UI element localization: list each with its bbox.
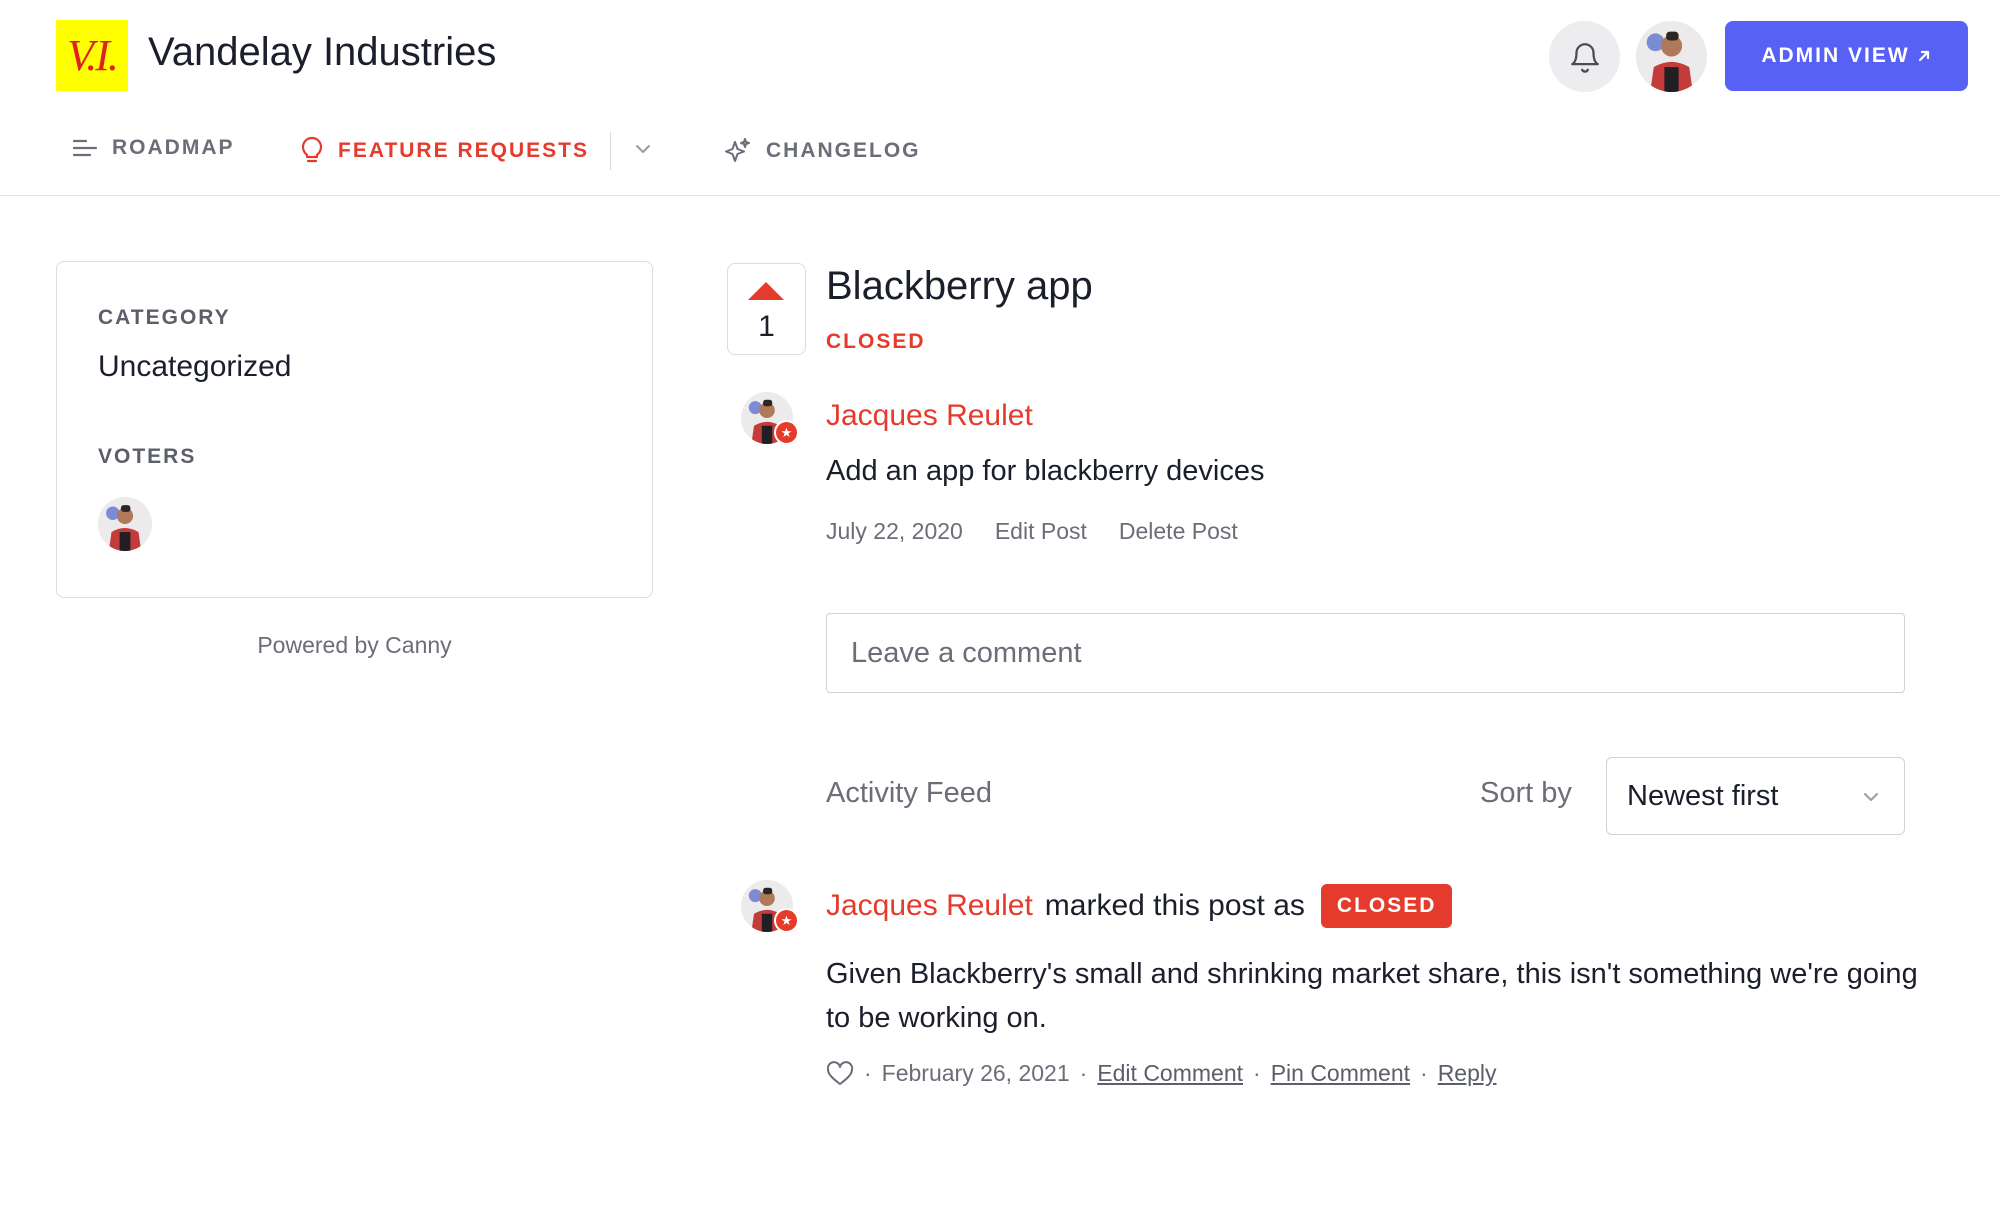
chevron-down-icon [636, 145, 650, 153]
activity-feed-label: Activity Feed [826, 777, 992, 809]
tab-roadmap-label: ROADMAP [112, 136, 235, 159]
admin-view-label: ADMIN VIEW [1761, 44, 1910, 67]
vote-count: 1 [758, 310, 775, 343]
lightbulb-icon [301, 136, 323, 163]
nav-divider [610, 132, 611, 170]
sort-selected-value: Newest first [1627, 779, 1779, 812]
arrow-up-right-icon [1918, 50, 1929, 62]
admin-star-icon: ★ [774, 420, 799, 445]
status-badge: CLOSED [1320, 884, 1453, 928]
tab-feature-requests-label: FEATURE REQUESTS [338, 139, 589, 162]
boards-dropdown-toggle[interactable] [632, 138, 654, 165]
comment-input[interactable]: Leave a comment [826, 613, 1905, 693]
comment-date: February 26, 2021 [881, 1060, 1070, 1086]
logo-text: V.I. [67, 31, 119, 80]
delete-post-link[interactable]: Delete Post [1119, 518, 1238, 545]
sparkle-icon [725, 138, 750, 162]
edit-comment-link[interactable]: Edit Comment [1097, 1060, 1243, 1087]
header: V.I. Vandelay Industries ADMIN VIEW [0, 0, 2000, 110]
separator-dot: · [1253, 1060, 1261, 1086]
voters-label: VOTERS [98, 445, 197, 468]
comment-meta: · February 26, 2021 · Edit Comment · Pin… [826, 1060, 1497, 1087]
edit-post-link[interactable]: Edit Post [995, 518, 1087, 545]
post-details-sidebar: CATEGORY Uncategorized VOTERS [56, 261, 653, 598]
category-label: CATEGORY [98, 306, 231, 329]
upvote-arrow-icon [748, 282, 784, 300]
upvote-button[interactable]: 1 [727, 263, 806, 355]
tab-changelog-label: CHANGELOG [766, 139, 921, 162]
voter-avatar[interactable] [98, 497, 152, 551]
post-title: Blackberry app [826, 264, 1093, 308]
comment-text: Given Blackberry's small and shrinking m… [826, 958, 1918, 1034]
sort-by-label: Sort by [1480, 777, 1572, 809]
post-meta: July 22, 2020 Edit Post Delete Post [826, 518, 1238, 545]
comment-placeholder: Leave a comment [851, 636, 1082, 669]
activity-author-name[interactable]: Jacques Reulet [826, 889, 1033, 923]
sort-select[interactable]: Newest first [1606, 757, 1905, 835]
tab-roadmap[interactable]: ROADMAP [72, 136, 235, 160]
user-avatar[interactable] [1636, 21, 1707, 92]
post-author-name[interactable]: Jacques Reulet [826, 399, 1033, 433]
activity-action-text: marked this post as [1044, 889, 1305, 922]
powered-by-link[interactable]: Powered by Canny [56, 632, 653, 659]
admin-star-icon: ★ [774, 908, 799, 933]
admin-view-button[interactable]: ADMIN VIEW [1725, 21, 1968, 91]
board-navigation: ROADMAP FEATURE REQUESTS CHANGELOG [0, 110, 2000, 196]
separator-dot: · [864, 1060, 872, 1086]
tab-changelog[interactable]: CHANGELOG [722, 136, 921, 166]
chevron-down-icon [1864, 793, 1878, 801]
tab-feature-requests[interactable]: FEATURE REQUESTS [300, 136, 589, 166]
post-body: Add an app for blackberry devices [826, 455, 1265, 487]
company-logo[interactable]: V.I. [56, 20, 128, 91]
category-value: Uncategorized [98, 350, 292, 383]
post-date: July 22, 2020 [826, 518, 963, 544]
company-name[interactable]: Vandelay Industries [148, 30, 496, 75]
roadmap-lines-icon [72, 139, 98, 157]
reply-link[interactable]: Reply [1438, 1060, 1497, 1087]
bell-icon [1570, 42, 1599, 73]
heart-icon[interactable] [826, 1060, 854, 1087]
notifications-button[interactable] [1549, 21, 1620, 92]
post-status: CLOSED [826, 330, 926, 353]
separator-dot: · [1079, 1060, 1088, 1086]
activity-entry-header: Jacques Reulet marked this post as CLOSE… [826, 884, 1453, 928]
pin-comment-link[interactable]: Pin Comment [1271, 1060, 1410, 1087]
separator-dot: · [1420, 1060, 1428, 1086]
